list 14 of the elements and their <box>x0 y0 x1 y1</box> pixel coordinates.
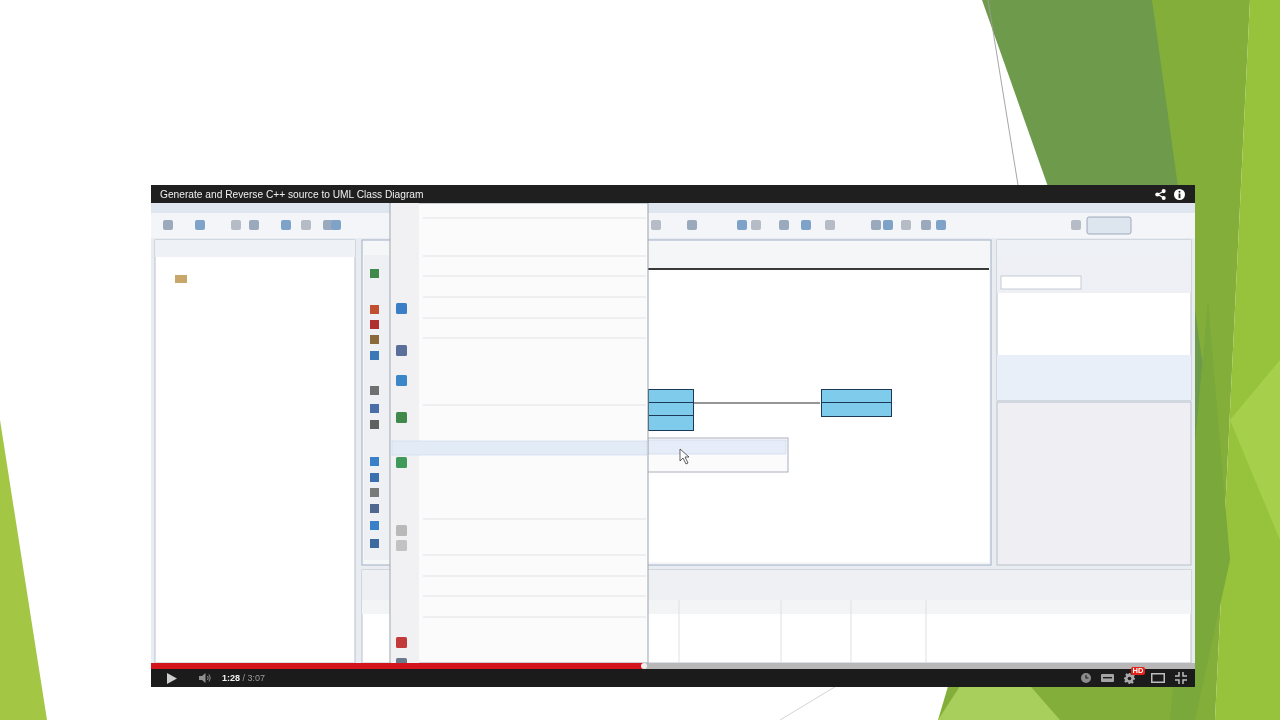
play-icon[interactable] <box>167 672 177 684</box>
fullscreen-icon[interactable] <box>1175 672 1187 684</box>
progress-thumb[interactable] <box>640 663 647 669</box>
diagonal-line <box>780 685 838 720</box>
clock-icon[interactable] <box>1081 673 1091 683</box>
volume-icon[interactable] <box>199 673 212 683</box>
info-icon[interactable] <box>1174 188 1185 200</box>
settings-icon[interactable] <box>1124 672 1135 684</box>
screen-icon[interactable] <box>1151 673 1165 683</box>
time-display: 1:28 / 3:07 <box>222 672 266 684</box>
share-icon[interactable] <box>1155 188 1166 200</box>
progress-track[interactable] <box>151 663 1195 669</box>
captions-icon[interactable] <box>1101 674 1114 682</box>
video-title[interactable]: Generate and Reverse C++ source to UML Class Diagram <box>160 187 424 201</box>
